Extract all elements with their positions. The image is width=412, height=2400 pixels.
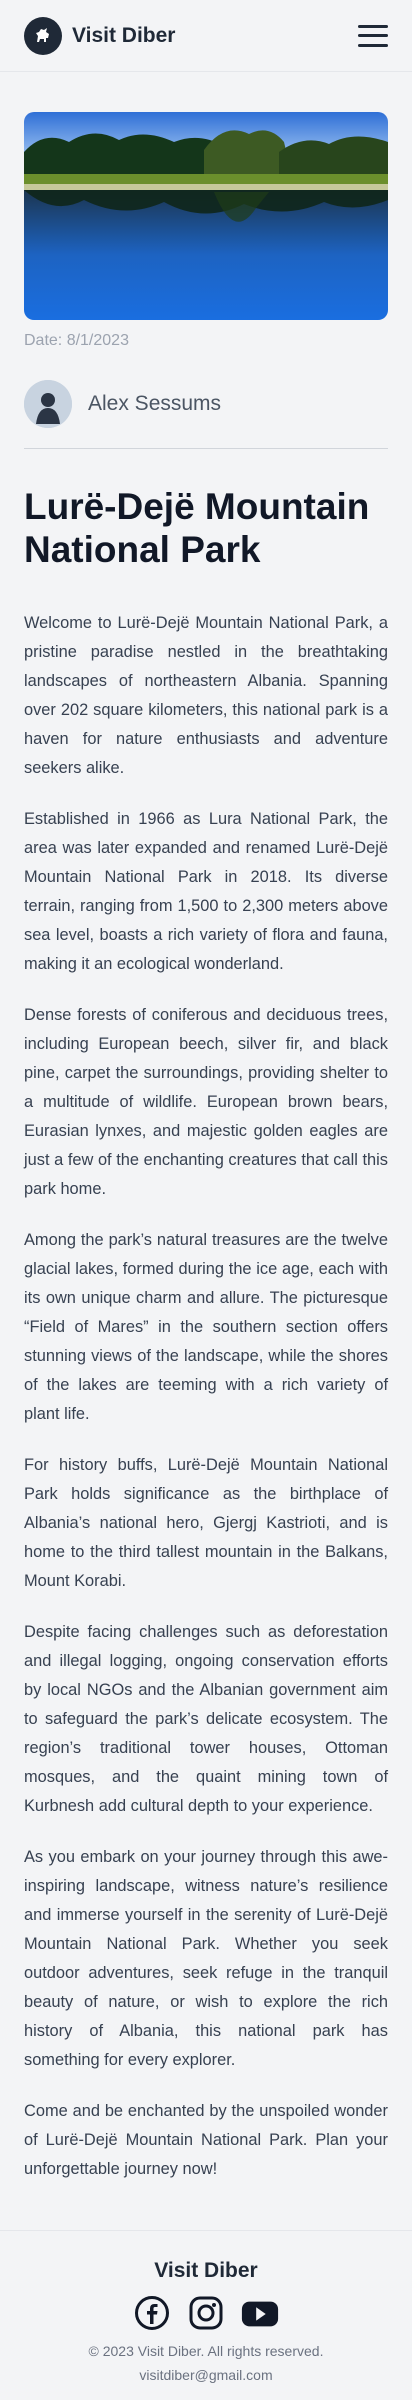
author-name[interactable]: Alex Sessums (88, 392, 221, 416)
brand-name: Visit Diber (72, 23, 176, 47)
youtube-icon[interactable] (240, 2293, 280, 2333)
publish-date: Date: 8/1/2023 (24, 332, 129, 349)
site-footer: Visit Diber © 2023 Visit Diber. All righ… (0, 2230, 412, 2400)
copyright: © 2023 Visit Diber. All rights reserved. (88, 2343, 324, 2359)
hamburger-menu-icon[interactable] (358, 24, 388, 47)
article-paragraph: Dense forests of coniferous and deciduou… (24, 1006, 388, 1198)
article-paragraph: Among the park’s natural treasures are t… (24, 1231, 388, 1423)
footer-brand: Visit Diber (154, 2259, 258, 2282)
social-links (0, 2293, 412, 2333)
article-paragraph: Welcome to Lurë-Dejë Mountain National P… (24, 614, 388, 777)
article-body: Welcome to Lurë-Dejë Mountain National P… (24, 609, 388, 2184)
article-paragraph: Despite facing challenges such as defore… (24, 1623, 388, 1815)
article-paragraph: As you embark on your journey through th… (24, 1848, 388, 2069)
article-title: Lurë-Dejë Mountain National Park (24, 486, 370, 570)
avatar (24, 380, 72, 428)
article-paragraph: Established in 1966 as Lura National Par… (24, 810, 388, 973)
article: Date: 8/1/2023 Alex Sessums Lurë-Dejë Mo… (0, 72, 412, 2184)
brand[interactable]: Visit Diber (24, 16, 176, 55)
instagram-icon[interactable] (186, 2293, 226, 2333)
goat-icon (24, 16, 62, 55)
article-paragraph: For history buffs, Lurë-Dejë Mountain Na… (24, 1456, 388, 1590)
author-row: Alex Sessums (24, 380, 388, 449)
facebook-icon[interactable] (132, 2293, 172, 2333)
site-header: Visit Diber (0, 0, 412, 72)
contact-email[interactable]: visitdiber@gmail.com (0, 2367, 412, 2383)
hero-image (24, 112, 388, 320)
article-paragraph: Come and be enchanted by the unspoiled w… (24, 2102, 388, 2178)
